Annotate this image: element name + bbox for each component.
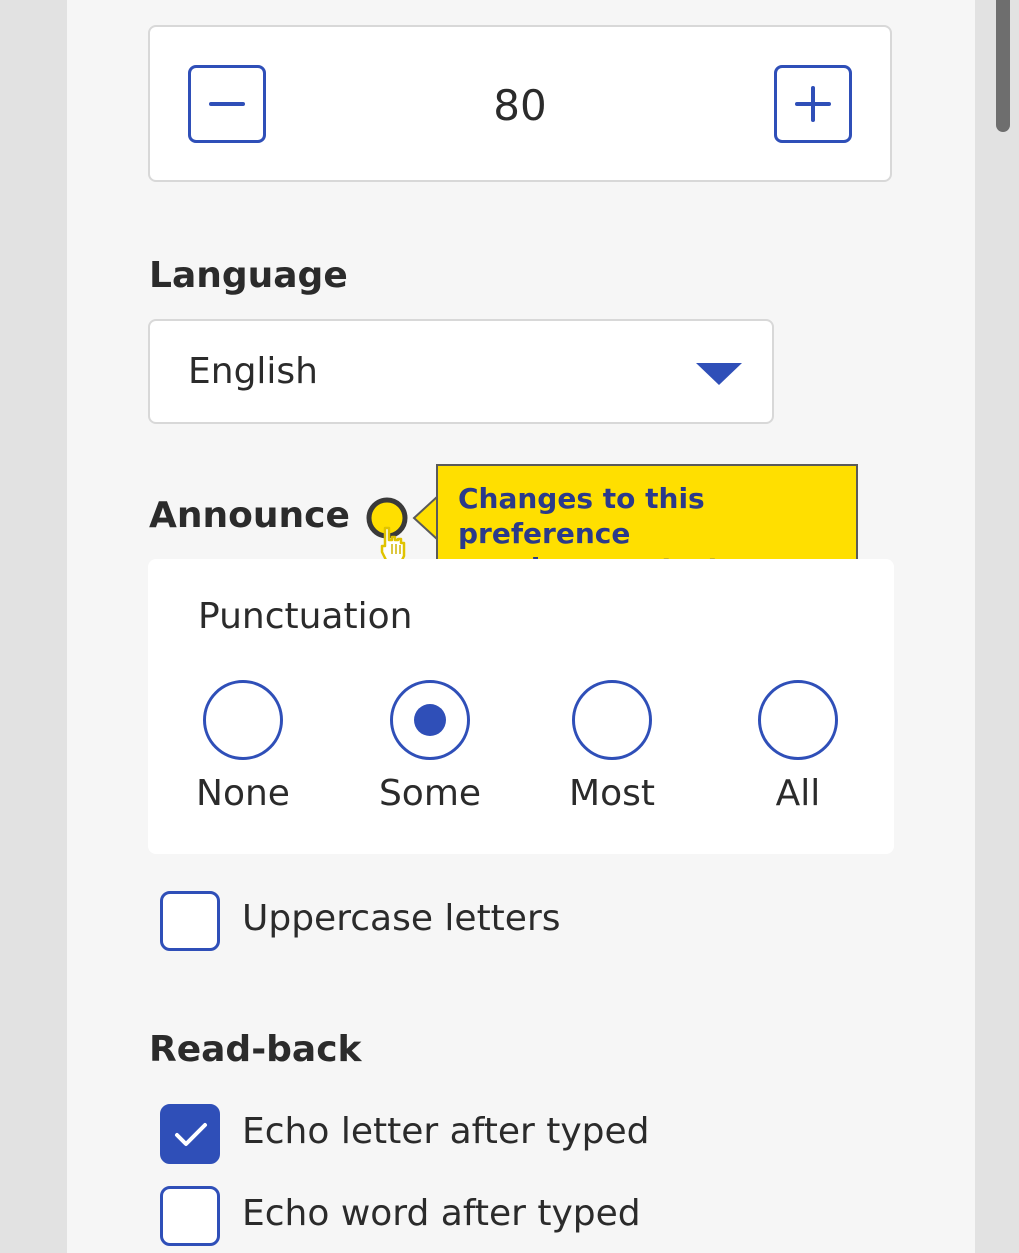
- triangle-down-icon: [696, 363, 742, 385]
- radio-option-most[interactable]: Most: [527, 680, 697, 820]
- uppercase-letters-checkbox[interactable]: Uppercase letters: [160, 891, 760, 951]
- radio-button[interactable]: [572, 680, 652, 760]
- radio-option-none[interactable]: None: [158, 680, 328, 820]
- checkbox-box[interactable]: [160, 1186, 220, 1246]
- language-heading: Language: [149, 255, 348, 296]
- radio-option-all[interactable]: All: [713, 680, 883, 820]
- scrollbar-thumb[interactable]: [996, 0, 1010, 132]
- announce-heading: Announce: [149, 495, 350, 536]
- checkbox-label: Echo letter after typed: [242, 1111, 650, 1152]
- rate-stepper: 80: [148, 25, 892, 182]
- radio-selected-dot: [414, 704, 446, 736]
- minus-icon: [209, 102, 245, 106]
- punctuation-radio-group: Punctuation None Some Most All: [148, 559, 894, 854]
- radio-button[interactable]: [203, 680, 283, 760]
- plus-icon: [795, 86, 831, 122]
- checkbox-label: Echo word after typed: [242, 1193, 641, 1234]
- restart-tooltip: Changes to this preference require a res…: [436, 464, 858, 585]
- stepper-value: 80: [493, 81, 547, 130]
- checkbox-box[interactable]: [160, 1104, 220, 1164]
- radio-label: Most: [569, 773, 655, 814]
- checkmark-icon: [175, 1123, 207, 1146]
- radio-option-some[interactable]: Some: [345, 680, 515, 820]
- decrement-button[interactable]: [188, 65, 266, 143]
- language-select[interactable]: English: [148, 319, 774, 424]
- radio-button[interactable]: [758, 680, 838, 760]
- scrollbar-track[interactable]: [990, 0, 1012, 1253]
- echo-letter-checkbox[interactable]: Echo letter after typed: [160, 1104, 760, 1164]
- language-selected-value: English: [188, 351, 318, 392]
- checkbox-label: Uppercase letters: [242, 898, 561, 939]
- radio-button[interactable]: [390, 680, 470, 760]
- readback-heading: Read-back: [149, 1029, 362, 1070]
- echo-word-checkbox[interactable]: Echo word after typed: [160, 1186, 760, 1246]
- increment-button[interactable]: [774, 65, 852, 143]
- radio-label: All: [775, 773, 821, 814]
- checkbox-box[interactable]: [160, 891, 220, 951]
- radio-label: Some: [378, 773, 482, 814]
- radio-label: None: [196, 773, 290, 814]
- punctuation-legend: Punctuation: [198, 596, 413, 637]
